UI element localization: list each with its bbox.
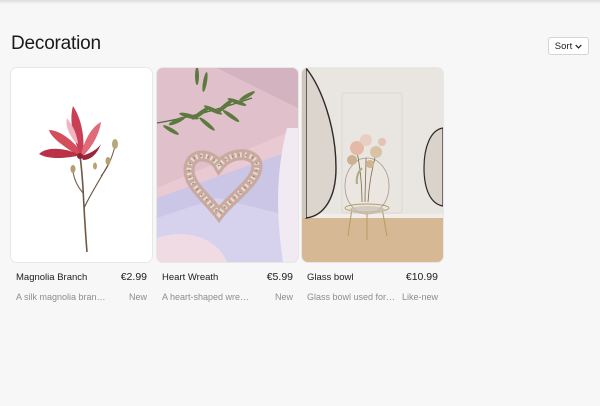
top-shadow xyxy=(0,0,600,4)
product-condition: New xyxy=(274,292,293,302)
product-description: A silk magnolia branch xyxy=(16,292,106,302)
sort-label: Sort xyxy=(554,40,573,52)
product-description: A heart-shaped wreath xyxy=(162,292,252,302)
product-image[interactable] xyxy=(302,68,443,262)
product-card[interactable]: Glass bowl €10.99 Glass bowl used for de… xyxy=(302,68,443,302)
product-name: Magnolia Branch xyxy=(16,272,88,283)
chevron-down-icon xyxy=(575,41,582,52)
product-condition: Like-new xyxy=(401,292,438,302)
product-description: Glass bowl used for decoration xyxy=(307,292,397,302)
product-card[interactable]: Heart Wreath €5.99 A heart-shaped wreath… xyxy=(157,68,298,302)
product-image[interactable] xyxy=(157,68,298,262)
product-image[interactable] xyxy=(11,68,152,262)
product-condition: New xyxy=(128,292,147,302)
product-name: Heart Wreath xyxy=(162,272,219,283)
product-price: €5.99 xyxy=(266,271,293,283)
sort-button[interactable]: Sort xyxy=(548,37,589,55)
product-price: €10.99 xyxy=(405,271,438,283)
page-title: Decoration xyxy=(11,33,101,54)
product-name: Glass bowl xyxy=(307,272,354,283)
product-price: €2.99 xyxy=(120,271,147,283)
product-card[interactable]: Magnolia Branch €2.99 A silk magnolia br… xyxy=(11,68,152,302)
